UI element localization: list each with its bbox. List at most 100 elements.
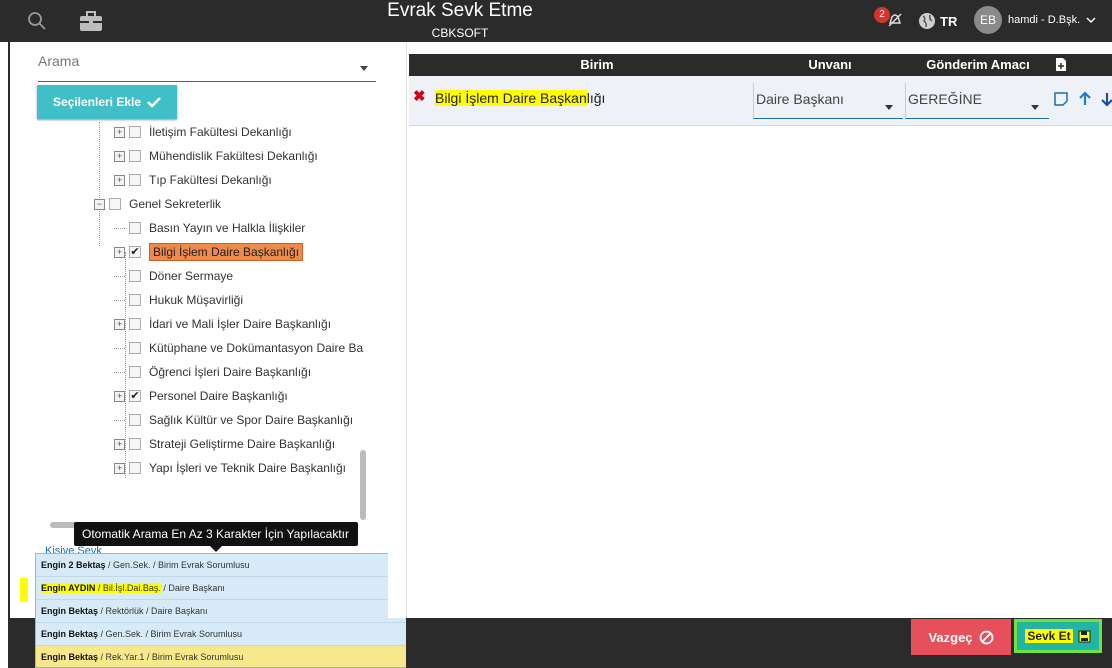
tree-checkbox[interactable]	[129, 438, 141, 450]
suggestion-name: Engin Bektaş	[41, 606, 99, 616]
tree-checkbox[interactable]	[129, 462, 141, 474]
tree-node-label: İletişim Fakültesi Dekanlığı	[149, 125, 292, 139]
tree-checkbox[interactable]	[129, 294, 141, 306]
tree-checkbox[interactable]	[129, 366, 141, 378]
tree-checkbox[interactable]	[129, 342, 141, 354]
tree-checkbox[interactable]: ✔	[129, 246, 141, 258]
collapse-icon[interactable]: −	[94, 198, 105, 210]
tree-connector	[114, 227, 125, 229]
bell-icon	[888, 13, 902, 27]
tree-checkbox[interactable]	[129, 126, 141, 138]
tree-node[interactable]: + Yapı İşleri ve Teknik Daire Başkanlığı	[114, 458, 346, 478]
expand-icon[interactable]: +	[114, 246, 125, 258]
user-menu[interactable]: EB hamdi - D.Bşk.	[974, 6, 1096, 34]
tree-connector	[114, 347, 125, 349]
arrow-up-icon[interactable]	[1077, 91, 1093, 107]
user-name: hamdi - D.Bşk.	[1008, 14, 1081, 26]
right-panel: Birim Unvanı Gönderim Amacı ✖ Bilgi İşle…	[406, 42, 1112, 618]
tree-node-label: Sağlık Kültür ve Spor Daire Başkanlığı	[149, 413, 354, 427]
left-panel: Arama Seçilenleri Ekle + İletişim Fakülte…	[8, 42, 388, 618]
tree-checkbox[interactable]	[129, 174, 141, 186]
language-selector[interactable]: TR	[918, 10, 957, 32]
expand-icon[interactable]: +	[114, 462, 125, 474]
tree-node[interactable]: + Mühendislik Fakültesi Dekanlığı	[114, 146, 318, 166]
delete-row-icon[interactable]: ✖	[413, 89, 427, 104]
tree-node-label: Bilgi İşlem Daire Başkanlığı	[149, 243, 304, 261]
language-label: TR	[940, 13, 958, 29]
notifications-button[interactable]: 2	[874, 7, 904, 31]
tree-node-label: Strateji Geliştirme Daire Başkanlığı	[149, 437, 336, 451]
cancel-label: Vazgeç	[928, 629, 973, 645]
tree-connector	[114, 299, 125, 301]
tree-connector	[114, 275, 125, 277]
column-header-amac: Gönderim Amacı	[926, 57, 1030, 72]
tree-node[interactable]: + Strateji Geliştirme Daire Başkanlığı	[114, 434, 335, 454]
tree-node-label: Mühendislik Fakültesi Dekanlığı	[149, 149, 318, 163]
caret-down-icon	[1031, 105, 1039, 110]
tree-node[interactable]: Basın Yayın ve Halkla İlişkiler	[114, 218, 305, 238]
avatar: EB	[974, 6, 1002, 34]
tree-checkbox[interactable]	[129, 318, 141, 330]
suggestion-name: Engin AYDIN	[41, 583, 96, 593]
column-header-unvan: Unvanı	[808, 57, 852, 72]
unit-tree: + İletişim Fakültesi Dekanlığı + Mühendisli…	[10, 122, 370, 478]
tooltip: Otomatik Arama En Az 3 Karakter İçin Yap…	[74, 522, 358, 552]
save-icon	[1078, 630, 1091, 642]
tree-checkbox[interactable]	[129, 414, 141, 426]
amac-select[interactable]: GEREĞİNE	[905, 83, 1049, 119]
suggestion-detail: / Gen.Sek. / Birim Evrak Sorumlusu	[98, 629, 243, 639]
tree-node-label: Genel Sekreterlik	[129, 197, 222, 211]
tree-node[interactable]: + ✔ Bilgi İşlem Daire Başkanlığı	[114, 242, 304, 262]
search-select[interactable]: Arama	[38, 50, 376, 82]
add-selected-label: Seçilenleri Ekle	[52, 95, 142, 109]
suggestion-name: Engin Bektaş	[41, 629, 99, 639]
tree-node[interactable]: + Tıp Fakültesi Dekanlığı	[114, 170, 272, 190]
top-bar: Evrak Sevk Etme CBKSOFT 2 TR EB hamdi - …	[0, 0, 1112, 42]
send-label: Sevk Et	[1025, 629, 1073, 643]
panel-divider	[388, 42, 406, 618]
tree-vertical-scrollbar[interactable]	[360, 450, 366, 520]
tree-node[interactable]: Kütüphane ve Dokümantasyon Daire Ba	[114, 338, 363, 358]
app-subtitle: CBKSOFT	[431, 26, 489, 40]
tree-node[interactable]: − Genel Sekreterlik	[94, 194, 221, 214]
tree-checkbox[interactable]	[109, 198, 121, 210]
expand-icon[interactable]: +	[114, 126, 125, 138]
tree-checkbox[interactable]	[129, 222, 141, 234]
tree-node-label: Personel Daire Başkanlığı	[149, 389, 288, 403]
expand-icon[interactable]: +	[114, 390, 125, 402]
tree-node[interactable]: Öğrenci İşleri Daire Başkanlığı	[114, 362, 311, 382]
arrow-down-icon[interactable]	[1099, 91, 1112, 107]
tree-node-label: Yapı İşleri ve Teknik Daire Başkanlığı	[149, 461, 346, 475]
amac-value: GEREĞİNE	[908, 91, 982, 107]
birim-highlight: Bilgi İşlem Daire Başkan	[435, 90, 587, 106]
row-birim: Bilgi İşlem Daire Başkanlığı	[435, 90, 605, 106]
expand-icon[interactable]: +	[114, 174, 125, 186]
tree-node-label: Öğrenci İşleri Daire Başkanlığı	[149, 365, 312, 379]
tree-node[interactable]: + İletişim Fakültesi Dekanlığı	[114, 122, 292, 142]
tree-node[interactable]: + ✔ Personel Daire Başkanlığı	[114, 386, 288, 406]
suggestion-name: Engin Bektaş	[41, 652, 99, 662]
tree-checkbox[interactable]: ✔	[129, 390, 141, 402]
tree-checkbox[interactable]	[129, 270, 141, 282]
expand-icon[interactable]: +	[114, 318, 125, 330]
tree-node[interactable]: Döner Sermaye	[114, 266, 233, 286]
send-button[interactable]: Sevk Et	[1014, 619, 1102, 653]
tree-node[interactable]: Hukuk Müşavirliği	[114, 290, 243, 310]
expand-icon[interactable]: +	[114, 150, 125, 162]
table-row: ✖ Bilgi İşlem Daire Başkanlığı Daire Baş…	[409, 76, 1112, 126]
suggestion-detail: / Gen.Sek. / Birim Evrak Sorumlusu	[105, 560, 250, 570]
suggestion-detail: / Daire Başkanı	[160, 583, 225, 593]
expand-icon[interactable]: +	[114, 438, 125, 450]
tree-node[interactable]: + İdari ve Mali İşler Daire Başkanlığı	[114, 314, 331, 334]
tree-node-label: Basın Yayın ve Halkla İlişkiler	[149, 221, 306, 235]
add-selected-button[interactable]: Seçilenleri Ekle	[37, 85, 177, 119]
globe-icon	[919, 13, 935, 29]
unvan-select[interactable]: Daire Başkanı	[753, 83, 903, 119]
note-icon[interactable]	[1053, 91, 1069, 107]
tree-node[interactable]: Sağlık Kültür ve Spor Daire Başkanlığı	[114, 410, 353, 430]
search-placeholder: Arama	[38, 53, 80, 69]
tree-checkbox[interactable]	[129, 150, 141, 162]
add-document-icon[interactable]	[1055, 57, 1067, 72]
tree-node-label: Kütüphane ve Dokümantasyon Daire Ba	[149, 341, 364, 355]
cancel-button[interactable]: Vazgeç	[911, 619, 1011, 655]
